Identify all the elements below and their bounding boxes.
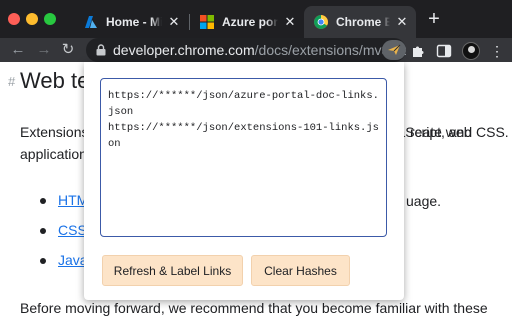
url-host: developer.chrome.com	[113, 42, 255, 58]
microsoft-icon	[200, 15, 214, 29]
tab-strip: Home - Microsoft Azure ✕ Azure portal do…	[0, 0, 512, 38]
more-menu-icon[interactable]: ⋮	[490, 43, 504, 59]
close-window-button[interactable]	[8, 13, 20, 25]
css-link[interactable]: CSS	[58, 222, 87, 238]
closing-paragraph: Before moving forward, we recommend that…	[20, 300, 488, 316]
tab-azure-docs[interactable]: Azure portal documentation ✕	[190, 6, 304, 38]
intro-paragraph-fragment: reate web	[410, 124, 472, 140]
tab-chrome-extensions[interactable]: Chrome Extensions ✕	[304, 6, 416, 38]
tab-title: Chrome Extensions	[336, 15, 390, 29]
lock-icon	[96, 44, 106, 56]
extension-area	[382, 40, 406, 60]
profile-avatar[interactable]	[462, 42, 480, 60]
bullet-dot	[40, 228, 46, 234]
tab-title: Home - Microsoft Azure	[106, 15, 162, 29]
extension-logo-icon	[388, 44, 401, 55]
url-text: developer.chrome.com/docs/extensions/mv3…	[113, 42, 406, 58]
puzzle-icon[interactable]	[410, 43, 426, 59]
close-tab-icon[interactable]: ✕	[282, 14, 298, 30]
chrome-icon	[314, 15, 328, 29]
azure-icon	[85, 16, 97, 28]
clear-hashes-button[interactable]: Clear Hashes	[251, 255, 350, 286]
maximize-window-button[interactable]	[44, 13, 56, 25]
intro-paragraph-line2: application	[20, 146, 87, 162]
close-tab-icon[interactable]: ✕	[394, 14, 410, 30]
back-arrow-icon[interactable]: ←	[8, 40, 28, 60]
bullet-trailing-text: uage.	[406, 193, 442, 209]
bullet-dot	[40, 258, 46, 264]
tab-azure-home[interactable]: Home - Microsoft Azure ✕	[74, 6, 188, 38]
tab-title: Azure portal documentation	[222, 15, 278, 29]
sidebar-icon[interactable]	[436, 43, 452, 59]
links-textarea[interactable]: https://******/json/azure-portal-doc-lin…	[100, 78, 387, 237]
forward-arrow-icon[interactable]: →	[34, 40, 54, 60]
link-labeler-extension-button[interactable]	[382, 40, 406, 60]
minimize-window-button[interactable]	[26, 13, 38, 25]
browser-toolbar: ← → ↻ developer.chrome.com/docs/extensio…	[0, 38, 512, 62]
bullet-dot	[40, 198, 46, 204]
address-bar[interactable]: developer.chrome.com/docs/extensions/mv3…	[86, 38, 406, 62]
toolbar-right-icons: ⋮	[410, 42, 504, 60]
close-tab-icon[interactable]: ✕	[166, 14, 182, 30]
anchor-hash[interactable]: #	[8, 74, 15, 89]
extension-popup: https://******/json/azure-portal-doc-lin…	[84, 62, 404, 300]
reload-icon[interactable]: ↻	[58, 40, 78, 60]
new-tab-button[interactable]: +	[424, 9, 444, 30]
refresh-label-links-button[interactable]: Refresh & Label Links	[102, 255, 243, 286]
